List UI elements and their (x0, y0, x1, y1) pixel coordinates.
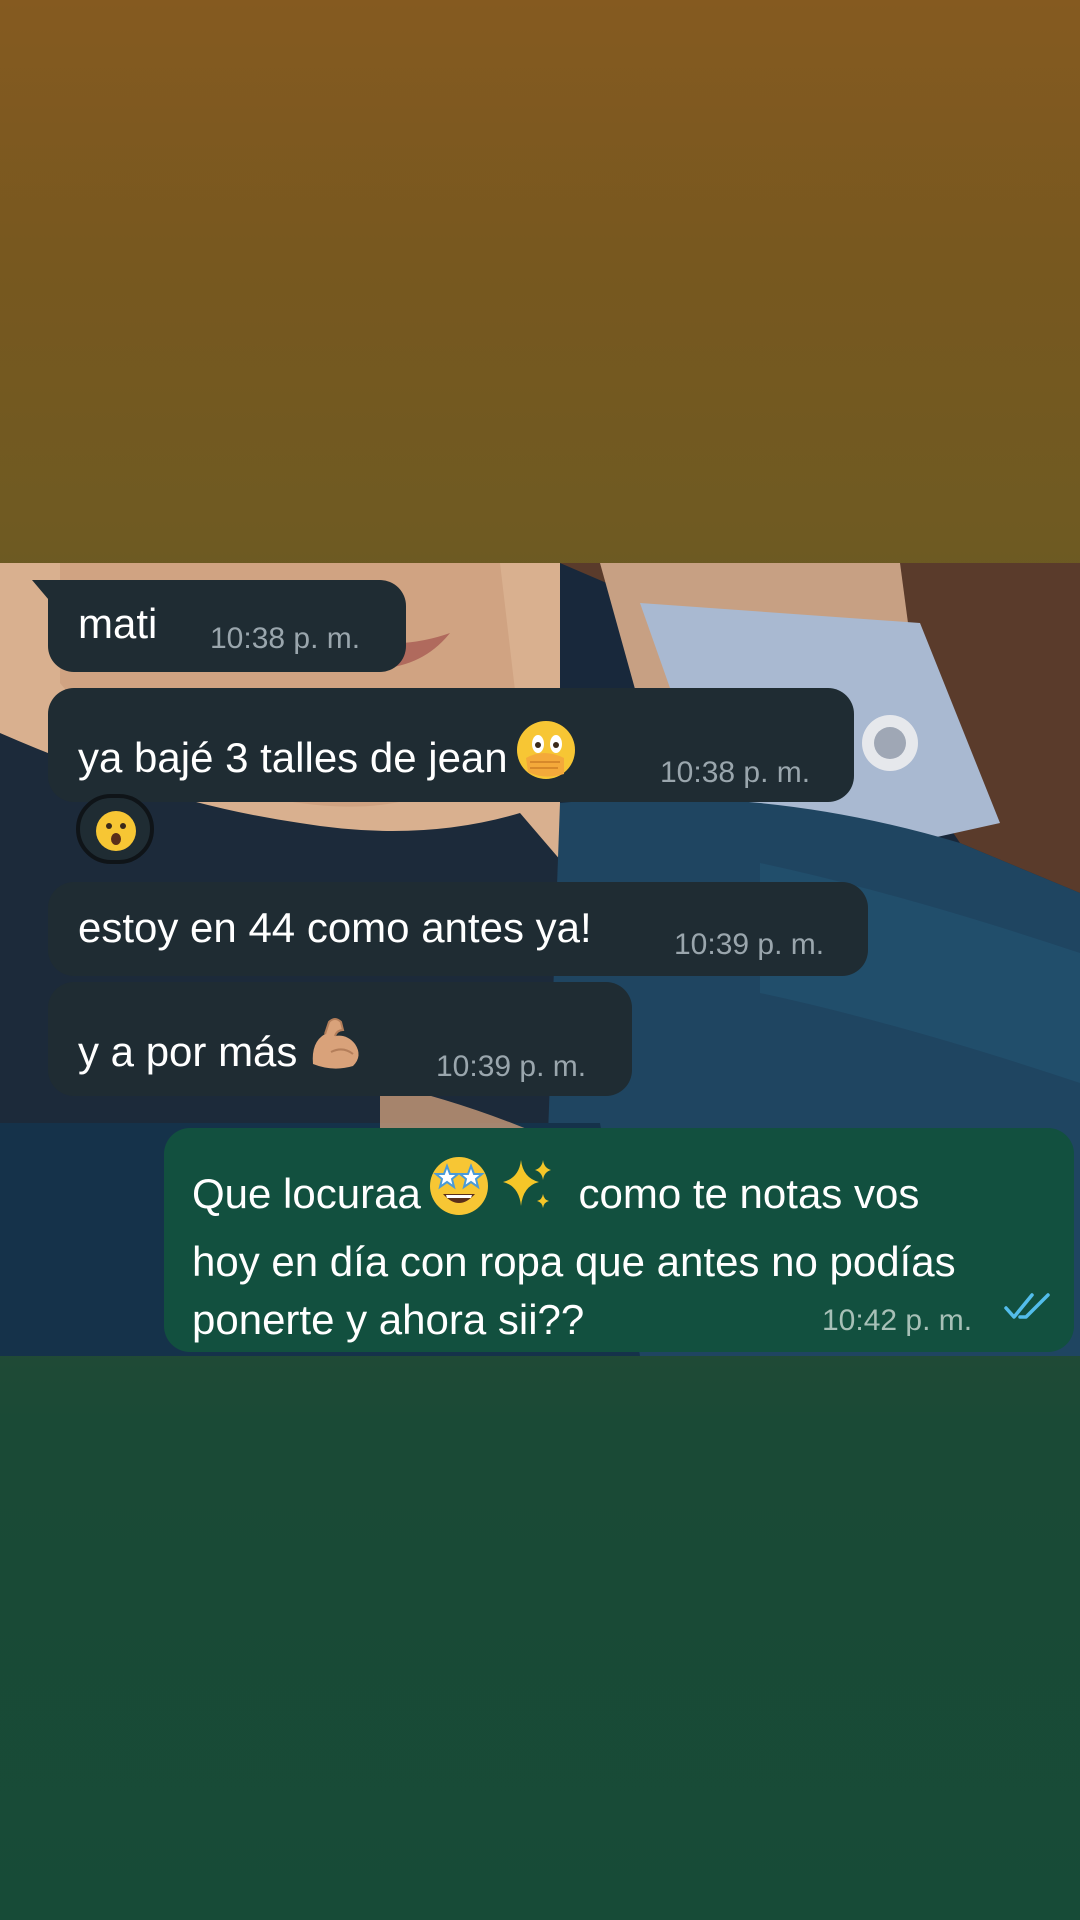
message-bubble[interactable]: estoy en 44 como antes ya! 10:39 p. m. (48, 882, 868, 976)
message-text: estoy en 44 como antes ya! (78, 904, 592, 951)
star-struck-icon (427, 1154, 491, 1233)
message-line-2: hoy en día con ropa que antes no podías (192, 1238, 956, 1285)
astonished-face-icon (96, 811, 136, 851)
message-bubble-outgoing[interactable]: Que locuraa como te notas vos hoy en día… (164, 1128, 1074, 1352)
read-receipt-icon (1004, 1282, 1052, 1334)
message-line-1-end: como te notas vos (578, 1170, 920, 1217)
message-timestamp: 10:38 p. m. (660, 756, 811, 789)
message-text-content: y a por más (78, 1028, 298, 1075)
message-text-content: ya bajé 3 talles de jean (78, 734, 508, 781)
message-bubble[interactable]: ya bajé 3 talles de jean 10:38 p. m. (48, 688, 854, 802)
message-timestamp: 10:39 p. m. (436, 1050, 587, 1083)
sparkles-icon (493, 1154, 557, 1233)
message-bubble[interactable]: mati 10:38 p. m. (32, 580, 406, 672)
message-line-1-start: Que locuraa (192, 1170, 421, 1217)
message-timestamp: 10:42 p. m. (822, 1304, 973, 1337)
message-timestamp: 10:38 p. m. (210, 622, 361, 655)
message-reaction[interactable] (76, 794, 154, 864)
message-text: ya bajé 3 talles de jean (78, 718, 578, 794)
flexed-biceps-icon (303, 1012, 367, 1088)
message-bubble[interactable]: y a por más 10:39 p. m. (48, 982, 632, 1096)
message-line-1: Que locuraa como te notas vos (192, 1154, 956, 1233)
message-text: y a por más (78, 1012, 367, 1088)
face-with-hand-over-mouth-icon (514, 718, 578, 794)
message-text: mati (78, 600, 158, 647)
message-timestamp: 10:39 p. m. (674, 928, 825, 961)
bubble-tail (32, 580, 54, 606)
